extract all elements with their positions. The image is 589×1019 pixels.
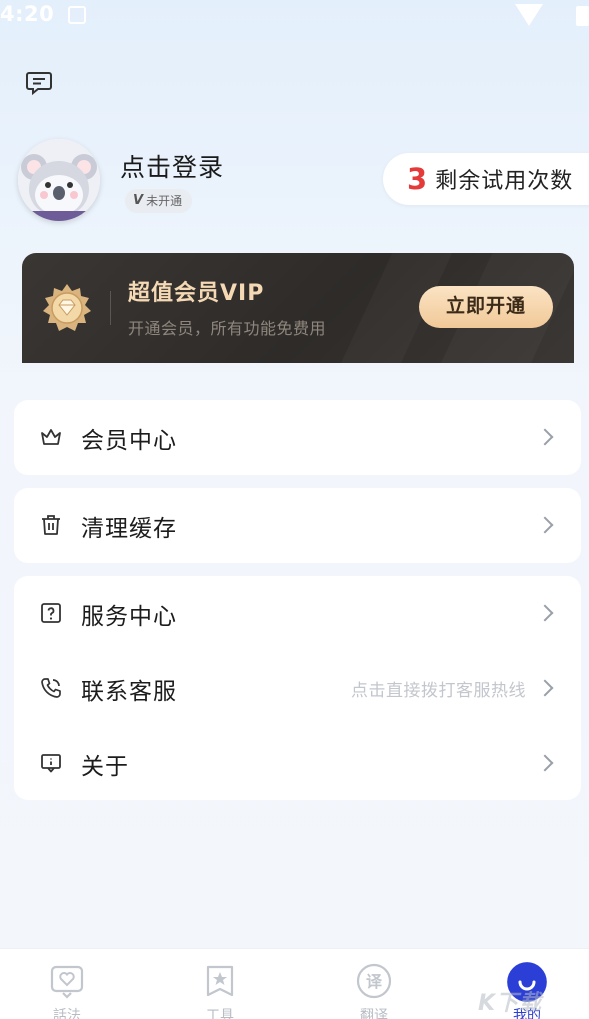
status-time: 4:20 [0,2,55,26]
chevron-right-icon [536,516,554,534]
trial-count-pill: 3 剩余试用次数 [383,153,589,205]
trash-icon [42,515,60,535]
vip-status-text: 未开通 [146,194,183,208]
menu-label: 服务中心 [81,603,177,630]
diamond-medal-icon [43,284,91,331]
message-icon[interactable] [25,69,53,97]
login-link[interactable]: 点击登录 [120,148,224,184]
koala-avatar-icon [18,139,100,221]
vip-status-badge: V 未开通 [125,189,193,213]
chevron-right-icon [536,428,554,446]
info-icon [41,754,61,773]
service-card: 服务中心 联系客服 点击直接拨打客服热线 关于 [14,576,581,800]
vip-letter: V [133,193,144,208]
trial-count: 3 [407,162,428,196]
nav-tab-translate[interactable]: 译 翻译 [324,949,424,1019]
star-book-icon [206,965,234,997]
contact-hint: 点击直接拨打客服热线 [351,681,526,701]
wifi-icon [515,4,543,26]
nav-tab-talk[interactable]: 話法 [17,949,117,1019]
translate-glyph: 译 [366,972,383,991]
crown-icon [41,429,61,445]
trial-label: 剩余试用次数 [435,169,574,194]
menu-item-about[interactable]: 关于 [14,726,581,801]
vip-banner[interactable]: 超值会员VIP 开通会员，所有功能免费用 立即开通 [22,253,574,363]
vip-subtitle: 开通会员，所有功能免费用 [128,319,327,338]
chat-heart-icon [50,965,84,999]
menu-item-clear-cache[interactable]: 清理缓存 [14,488,581,563]
banner-divider [110,291,111,325]
nav-label: 翻译 [360,1008,388,1019]
nav-label: 話法 [53,1008,81,1019]
translate-icon: 译 [356,963,392,999]
chevron-right-icon [536,679,554,697]
battery-icon [576,6,589,26]
member-center-card: 会员中心 [14,400,581,475]
status-bar: 4:20 [0,0,589,34]
notification-icon [68,6,86,24]
question-icon [41,603,61,623]
chevron-right-icon [536,754,554,772]
nav-tab-tools[interactable]: 工具 [170,949,270,1019]
clear-cache-card: 清理缓存 [14,488,581,563]
nav-label: 工具 [206,1008,234,1019]
activate-vip-button[interactable]: 立即开通 [419,286,553,328]
menu-label: 清理缓存 [81,515,177,542]
menu-label: 会员中心 [81,427,177,454]
phone-icon [41,678,61,698]
chevron-right-icon [536,604,554,622]
menu-label: 关于 [81,753,129,780]
menu-item-member-center[interactable]: 会员中心 [14,400,581,475]
menu-item-service-center[interactable]: 服务中心 [14,576,581,651]
vip-title: 超值会员VIP [128,281,265,306]
menu-item-contact[interactable]: 联系客服 点击直接拨打客服热线 [14,651,581,726]
avatar[interactable] [18,139,100,221]
watermark: K下载 [478,991,543,1016]
menu-label: 联系客服 [81,678,177,705]
